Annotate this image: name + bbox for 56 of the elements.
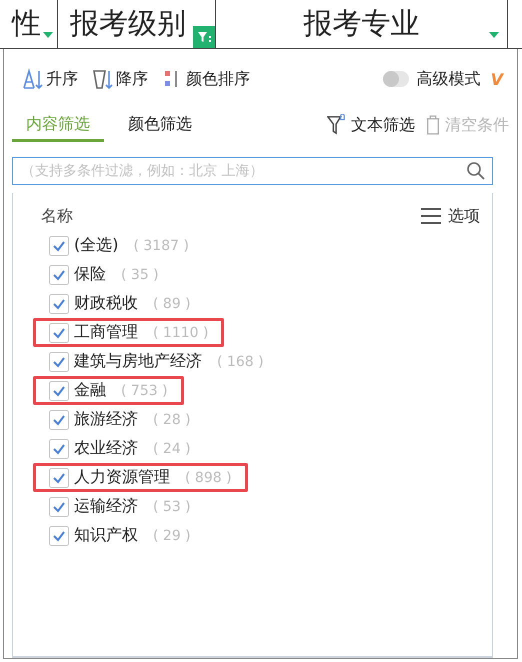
column-header: 性 [12,5,41,42]
column-heading: 名称 [41,206,73,226]
text-filter-button[interactable]: 文本筛选 [327,114,415,136]
item-count: ( 753 ) [121,382,168,398]
vip-label: V [490,70,503,88]
text-filter-icon [327,114,347,136]
item-count: ( 898 ) [185,470,232,486]
advanced-mode-label: 高级模式 [416,68,481,90]
checkbox[interactable] [49,294,69,314]
dropdown-icon[interactable] [489,32,499,38]
item-count: ( 1110 ) [153,324,208,340]
checkbox[interactable] [49,438,69,458]
item-label[interactable]: 人力资源管理 [74,467,170,488]
item-count: ( 35 ) [121,266,159,282]
sort-ascending-icon [22,68,44,90]
item-label[interactable]: 运输经济 [74,496,138,517]
item-count: ( 28 ) [153,412,191,428]
checkbox[interactable] [49,468,69,488]
sort-descending-button[interactable]: 降序 [92,68,148,90]
item-label[interactable]: 工商管理 [74,322,138,343]
item-label[interactable]: 保险 [74,264,106,285]
item-label[interactable]: 财政税收 [74,293,138,314]
tab[interactable]: 颜色筛选 [114,108,206,142]
item-count: ( 3187 ) [133,238,189,254]
checkbox[interactable] [49,380,69,400]
menu-icon [420,207,442,225]
checkbox[interactable] [49,352,69,372]
trash-icon [425,114,441,136]
filter-icon[interactable] [193,26,215,48]
checkbox[interactable] [49,496,69,516]
column-header: 报考级别 [70,5,186,42]
search-icon[interactable] [466,161,486,181]
toggle-switch[interactable] [382,71,409,87]
sort-ascending-button[interactable]: 升序 [22,68,78,90]
search-field[interactable]: （支持多条件过滤，例如：北京 上海） [12,157,493,185]
item-label[interactable]: 建筑与房地产经济 [74,351,202,372]
item-label[interactable]: 知识产权 [74,525,138,546]
item-count: ( 24 ) [153,440,191,456]
item-count: ( 53 ) [153,498,191,514]
options-button[interactable]: 选项 [420,206,480,226]
sort-descending-icon [92,68,114,90]
item-count: ( 168 ) [217,354,264,370]
item-count: ( 29 ) [153,528,191,544]
checkbox[interactable] [49,264,69,284]
checkbox[interactable] [49,410,69,430]
item-label[interactable]: 农业经济 [74,438,138,459]
checkbox[interactable] [49,236,69,256]
item-label[interactable]: (全选) [74,235,118,256]
item-count: ( 89 ) [153,296,191,312]
checkbox[interactable] [49,322,69,342]
item-label[interactable]: 金融 [74,380,106,401]
column-header: 报考专业 [304,5,420,42]
dropdown-icon[interactable] [43,32,53,38]
checkbox[interactable] [49,526,69,546]
item-label[interactable]: 旅游经济 [74,409,138,430]
color-sort-button[interactable]: 颜色排序 [162,68,250,90]
